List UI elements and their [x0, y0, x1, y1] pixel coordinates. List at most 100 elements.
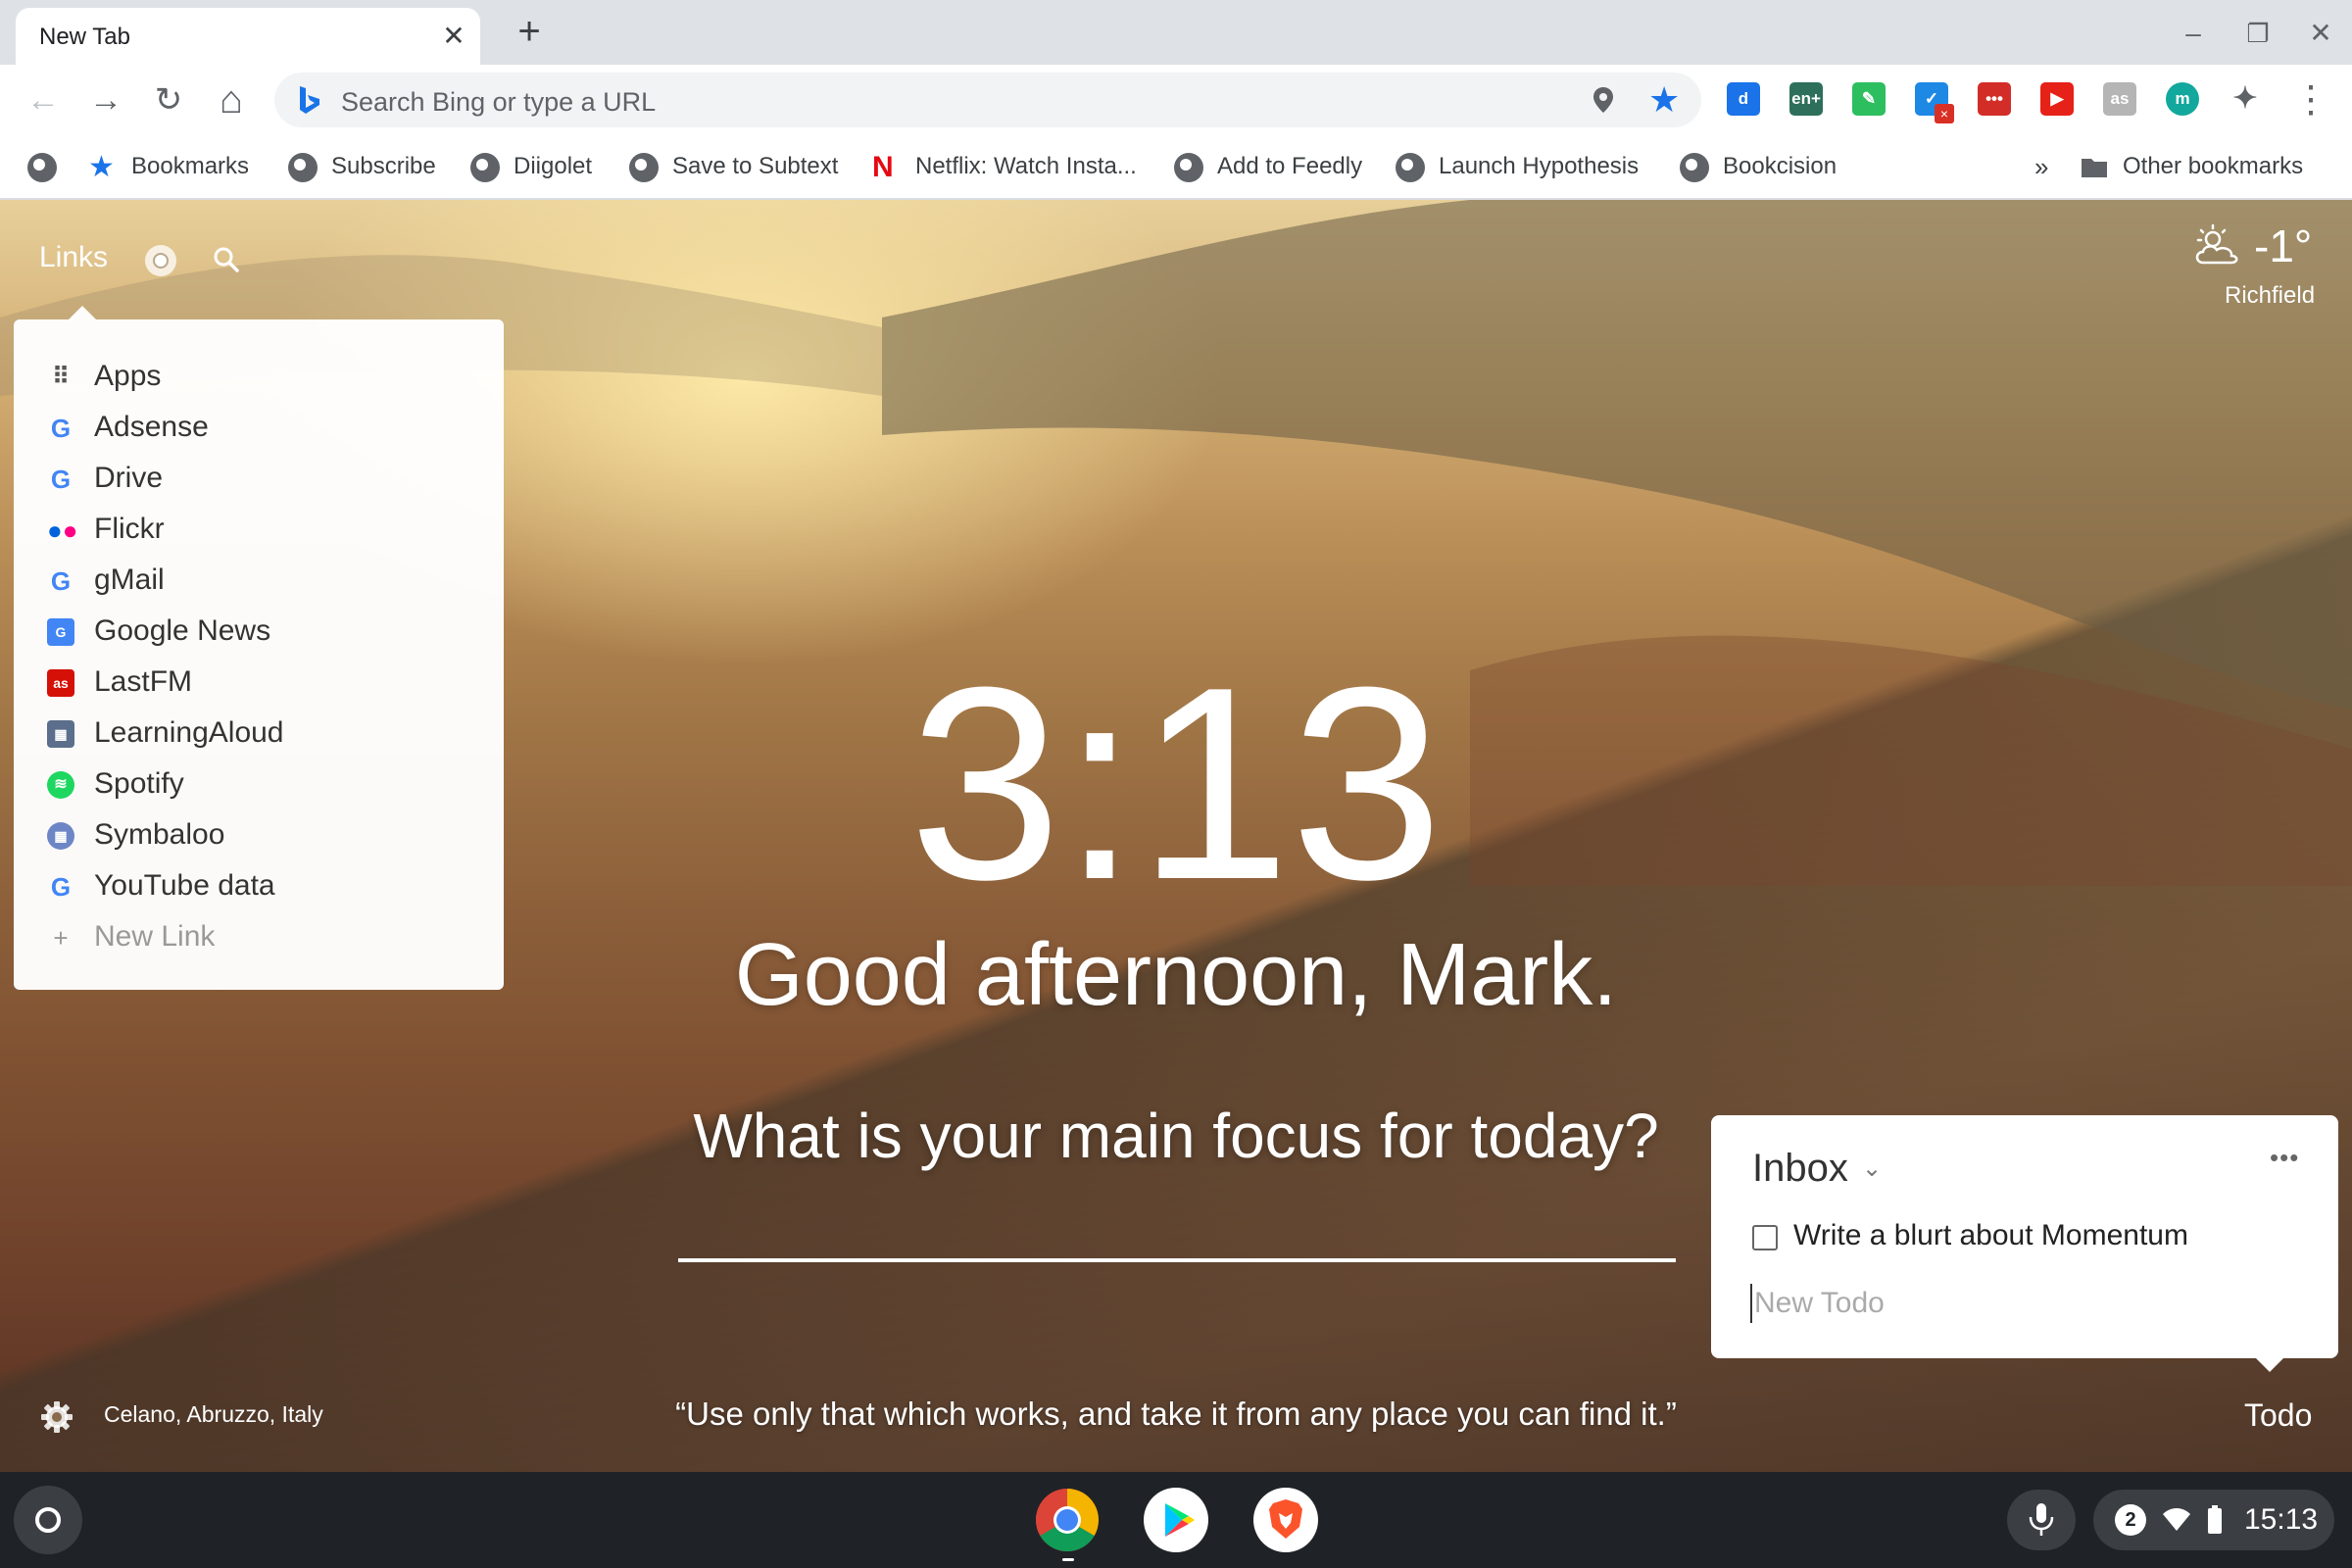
- tab-title: New Tab: [39, 24, 130, 50]
- chrome-tab-icon[interactable]: [143, 243, 178, 278]
- more-options-icon[interactable]: •••: [2270, 1143, 2299, 1173]
- chevron-down-icon[interactable]: ⌄: [1862, 1154, 1882, 1183]
- puzzle-extension-icon[interactable]: ✦: [2229, 82, 2262, 116]
- bookmark-label: Launch Hypothesis: [1439, 153, 1640, 179]
- google-news-icon: G: [47, 618, 74, 647]
- system-clock: 15:13: [2244, 1503, 2319, 1536]
- tab-strip: New Tab ✕ + – ❐ ✕: [0, 0, 2352, 65]
- google-icon: G: [50, 465, 72, 495]
- todo-ext-badge: ×: [1935, 104, 1954, 123]
- omnibox-placeholder: Search Bing or type a URL: [341, 87, 657, 117]
- link-apps[interactable]: ⠿ Apps: [47, 357, 161, 396]
- bookmark-star-icon[interactable]: ★: [1648, 82, 1680, 118]
- globe-icon: [470, 152, 500, 182]
- bookmark-label: Bookmarks: [131, 153, 250, 179]
- link-adsense[interactable]: G Adsense: [47, 408, 209, 447]
- bookmarks-bar: » Other bookmarks ★ Bookmarks Subscribe Dii…: [0, 135, 2352, 200]
- momentum-extension-icon[interactable]: m: [2166, 82, 2199, 116]
- play-store-app-icon[interactable]: [1144, 1488, 1208, 1552]
- todo-panel: Inbox ⌄ ••• Write a blurt about Momentum…: [1711, 1115, 2338, 1372]
- link-drive[interactable]: G Drive: [47, 459, 163, 498]
- todo-toggle-button[interactable]: Todo: [2244, 1397, 2312, 1434]
- voice-input-button[interactable]: [2007, 1490, 2076, 1550]
- microphone-icon: [2029, 1503, 2054, 1536]
- lastfm-ext-extension-icon[interactable]: as: [2103, 82, 2136, 116]
- momentum-dashboard: Links ⠿ Apps G Adsense G Drive ●● Flickr GgM…: [0, 200, 2352, 1472]
- bookmark-label: Subscribe: [331, 153, 436, 179]
- globe-icon: [1680, 152, 1709, 182]
- other-bookmarks[interactable]: Other bookmarks: [2080, 149, 2303, 184]
- netflix-icon: N: [872, 150, 894, 183]
- youtube-ext-extension-icon[interactable]: ▶: [2040, 82, 2074, 116]
- link-flickr[interactable]: ●● Flickr: [47, 510, 165, 549]
- todo-item-text[interactable]: Write a blurt about Momentum: [1793, 1219, 2188, 1252]
- todo-list-selector[interactable]: Inbox: [1752, 1147, 1848, 1191]
- bookmark-label: Netflix: Watch Insta...: [915, 153, 1137, 179]
- link-gmail[interactable]: GgMail: [47, 561, 165, 600]
- chromeos-shelf: 2 15:13: [0, 1472, 2352, 1568]
- link-google-news[interactable]: G Google News: [47, 612, 270, 651]
- google-icon: G: [50, 566, 72, 597]
- address-bar[interactable]: Search Bing or type a URL ★: [274, 73, 1701, 127]
- brave-app-icon[interactable]: [1253, 1488, 1318, 1552]
- home-icon[interactable]: ⌂: [210, 78, 253, 122]
- location-pin-icon[interactable]: [1588, 84, 1619, 116]
- tab-new-tab[interactable]: New Tab ✕: [16, 8, 480, 65]
- bookmark-item[interactable]: ★ Bookmarks: [88, 149, 249, 184]
- globe-icon: [1174, 152, 1203, 182]
- reload-icon[interactable]: ↻: [147, 78, 190, 122]
- links-toggle[interactable]: Links: [39, 241, 108, 274]
- window-close-icon[interactable]: ✕: [2301, 14, 2340, 53]
- bookmark-item[interactable]: Save to Subtext: [629, 149, 838, 184]
- play-store-icon: [1165, 1503, 1195, 1537]
- tab-close-icon[interactable]: ✕: [439, 22, 468, 51]
- search-icon[interactable]: [212, 245, 241, 274]
- globe-icon: [629, 152, 659, 182]
- weather-temperature[interactable]: -1°: [2254, 220, 2312, 272]
- globe-icon: [1396, 152, 1425, 182]
- status-area[interactable]: 2 15:13: [2093, 1490, 2334, 1550]
- star-icon: ★: [88, 150, 115, 183]
- wifi-icon: [2163, 1508, 2190, 1531]
- chrome-icon: [1036, 1489, 1099, 1551]
- battery-icon: [2208, 1505, 2222, 1534]
- bookmark-item[interactable]: Launch Hypothesis: [1396, 149, 1639, 184]
- apps-globe-icon[interactable]: [27, 149, 57, 184]
- maximize-icon[interactable]: ❐: [2238, 14, 2278, 53]
- partly-cloudy-icon[interactable]: [2191, 223, 2242, 270]
- apps-grid-icon: ⠿: [52, 364, 70, 391]
- focus-input[interactable]: [678, 1180, 1676, 1262]
- forward-icon[interactable]: →: [84, 78, 127, 122]
- todo-checkbox[interactable]: [1752, 1225, 1778, 1250]
- bookmark-item[interactable]: N Netflix: Watch Insta...: [872, 149, 1137, 184]
- launcher-button[interactable]: [14, 1486, 82, 1554]
- lastpass-extension-icon[interactable]: •••: [1978, 82, 2011, 116]
- evernote-extension-icon[interactable]: ✎: [1852, 82, 1886, 116]
- weather-location: Richfield: [2225, 282, 2316, 309]
- diigo-extension-icon[interactable]: d: [1727, 82, 1760, 116]
- bookmark-item[interactable]: Subscribe: [288, 149, 436, 184]
- bookmark-item[interactable]: Add to Feedly: [1174, 149, 1362, 184]
- new-tab-button[interactable]: +: [508, 12, 551, 55]
- bookmark-label: Bookcision: [1723, 153, 1838, 179]
- other-bookmarks-label: Other bookmarks: [2123, 153, 2304, 179]
- back-icon[interactable]: ←: [22, 78, 65, 122]
- bookmark-item[interactable]: Bookcision: [1680, 149, 1837, 184]
- quote: “Use only that which works, and take it …: [675, 1396, 1677, 1432]
- google-icon: G: [50, 414, 72, 444]
- bookmark-item[interactable]: Diigolet: [470, 149, 592, 184]
- bing-icon: [300, 86, 319, 114]
- new-todo-input[interactable]: New Todo: [1750, 1284, 2299, 1323]
- bookmarks-overflow-icon[interactable]: »: [2034, 149, 2048, 184]
- clock: 3:13: [908, 631, 1444, 937]
- globe-icon: [288, 152, 318, 182]
- bookmark-label: Save to Subtext: [672, 153, 839, 179]
- chrome-app-icon[interactable]: [1035, 1488, 1100, 1561]
- menu-icon[interactable]: ⋮: [2289, 78, 2332, 122]
- notification-count-badge[interactable]: 2: [2115, 1504, 2146, 1536]
- minimize-icon[interactable]: –: [2174, 14, 2213, 53]
- bookmark-label: Add to Feedly: [1217, 153, 1363, 179]
- flickr-icon: ●●: [47, 515, 78, 546]
- running-indicator: [1062, 1558, 1074, 1561]
- en-plus-extension-icon[interactable]: en+: [1789, 82, 1823, 116]
